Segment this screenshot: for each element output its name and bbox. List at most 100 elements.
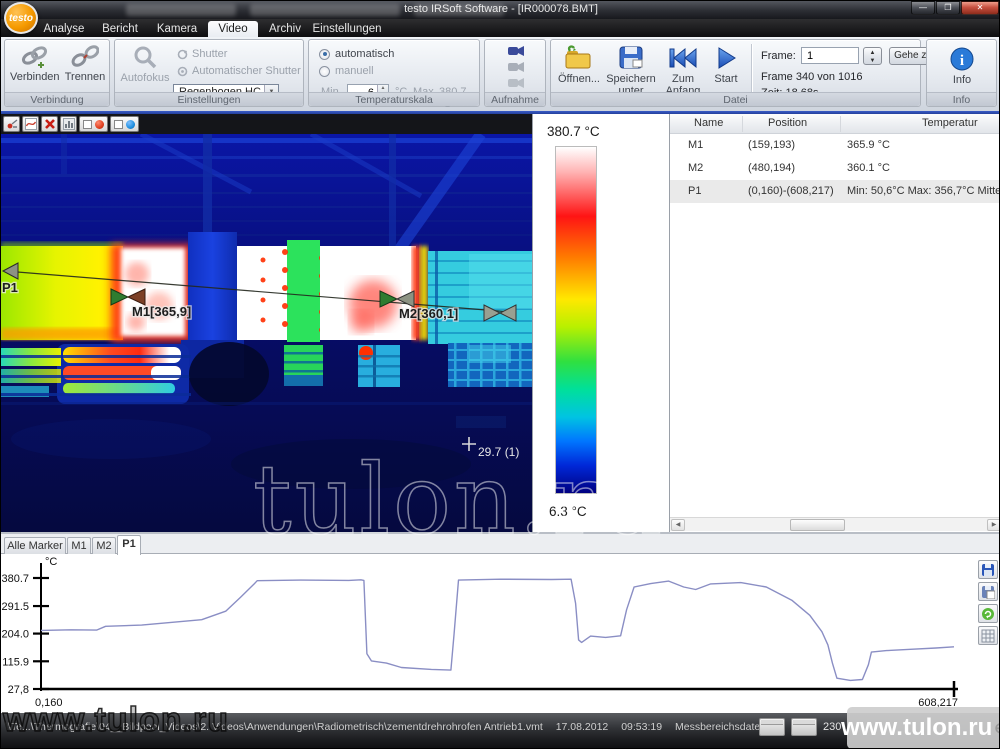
record-camera-icon[interactable] bbox=[507, 44, 525, 57]
scroll-right-icon[interactable]: ▶ bbox=[987, 519, 1000, 531]
frame-value-input[interactable] bbox=[802, 48, 858, 63]
group-label-datei: Datei bbox=[551, 92, 920, 106]
profile-tabs: Alle Marker M1 M2 P1 bbox=[1, 534, 1000, 554]
save-icon bbox=[981, 563, 995, 577]
file-date: 17.08.2012 bbox=[556, 721, 609, 733]
main-content: P1 M1[365,9] M2[360,1] 29.7 bbox=[1, 114, 1000, 532]
save-floppy-icon bbox=[618, 45, 644, 71]
chart-grid-button[interactable] bbox=[978, 626, 998, 645]
oeffnen-label: Öffnen... bbox=[558, 73, 600, 85]
svg-text:291.5: 291.5 bbox=[1, 601, 29, 613]
radio-manuell[interactable]: manuell bbox=[319, 65, 374, 77]
tab-kamera[interactable]: Kamera bbox=[151, 21, 203, 37]
color-scale-bar bbox=[555, 146, 597, 494]
group-einstellungen: Autofokus Shutter Automatischer Shutter … bbox=[114, 39, 304, 107]
add-marker-button[interactable] bbox=[3, 116, 20, 132]
frame-info: Frame 340 von 1016 bbox=[761, 71, 863, 83]
radio-automatisch-control[interactable] bbox=[319, 49, 330, 60]
m1-temperature: 365.9 °C bbox=[847, 139, 890, 151]
profile-line-button[interactable] bbox=[22, 116, 39, 132]
m1-position: (159,193) bbox=[748, 139, 795, 151]
frame-input-box[interactable] bbox=[801, 47, 859, 64]
export-camera-icon[interactable] bbox=[507, 76, 525, 89]
chart-refresh-button[interactable] bbox=[978, 604, 998, 623]
radio-automatisch[interactable]: automatisch bbox=[319, 48, 394, 60]
snapshot-camera-icon[interactable] bbox=[507, 60, 525, 73]
autofokus-button[interactable]: Autofokus bbox=[119, 46, 171, 84]
refresh-icon bbox=[981, 607, 995, 621]
save-as-icon bbox=[981, 585, 995, 599]
tab-archiv[interactable]: Archiv bbox=[262, 21, 308, 37]
tab-bericht[interactable]: Bericht bbox=[95, 21, 145, 37]
delete-marker-button[interactable] bbox=[41, 116, 58, 132]
shutter-button[interactable]: Shutter bbox=[177, 48, 227, 60]
cold-spot-toggle[interactable] bbox=[79, 116, 108, 132]
svg-text:°C: °C bbox=[45, 556, 57, 568]
frame-spin-buttons[interactable]: ▲ ▼ bbox=[863, 47, 882, 65]
verbinden-button[interactable]: Verbinden bbox=[10, 45, 58, 83]
tab-p1[interactable]: P1 bbox=[117, 535, 141, 555]
col-temperatur[interactable]: Temperatur bbox=[922, 117, 978, 129]
col-name[interactable]: Name bbox=[694, 117, 723, 129]
scrollbar-thumb[interactable] bbox=[790, 519, 845, 531]
p1-position: (0,160)-(608,217) bbox=[748, 185, 834, 197]
window-layout-icon[interactable] bbox=[759, 718, 785, 736]
m2-label: M2[360,1] bbox=[399, 306, 458, 321]
hot-spot-icon bbox=[95, 120, 104, 129]
start-button[interactable]: Start bbox=[707, 45, 745, 85]
trennen-button[interactable]: Trennen bbox=[62, 45, 108, 83]
testo-logo[interactable]: testo bbox=[4, 2, 38, 34]
open-folder-icon bbox=[564, 45, 594, 71]
maximize-button[interactable]: ❐ bbox=[936, 1, 960, 15]
group-label-aufnahme: Aufnahme bbox=[485, 92, 545, 106]
window-cascade-icon[interactable] bbox=[791, 718, 817, 736]
svg-text:115.9: 115.9 bbox=[2, 656, 29, 668]
file-time: 09:53:19 bbox=[621, 721, 662, 733]
col-position[interactable]: Position bbox=[768, 117, 807, 129]
frame-spin-down-icon[interactable]: ▼ bbox=[864, 57, 881, 65]
tab-einstellungen[interactable]: Einstellungen bbox=[312, 21, 382, 37]
trennen-label: Trennen bbox=[65, 71, 106, 83]
auto-shutter-button[interactable]: Automatischer Shutter bbox=[177, 65, 301, 77]
hot-spot-checkbox[interactable] bbox=[114, 120, 123, 129]
autofokus-label: Autofokus bbox=[121, 72, 170, 84]
tab-video[interactable]: Video bbox=[208, 21, 258, 37]
group-label-temperaturskala: Temperaturskala bbox=[309, 92, 479, 106]
speichern-unter-button[interactable]: Speichern unter bbox=[605, 45, 657, 97]
info-button[interactable]: i Info bbox=[939, 46, 985, 86]
tab-m2[interactable]: M2 bbox=[92, 537, 116, 554]
histogram-button[interactable] bbox=[60, 116, 77, 132]
chart-save-button[interactable] bbox=[978, 560, 998, 579]
group-aufnahme: Aufnahme bbox=[484, 39, 546, 107]
frame-spin-up-icon[interactable]: ▲ bbox=[864, 49, 881, 57]
table-row-m2[interactable]: M2 (480,194) 360.1 °C bbox=[670, 157, 1000, 180]
thermal-image[interactable]: P1 M1[365,9] M2[360,1] 29.7 bbox=[1, 134, 532, 532]
table-row-p1[interactable]: P1 (0,160)-(608,217) Min: 50,6°C Max: 35… bbox=[670, 180, 1000, 203]
cold-spot-checkbox[interactable] bbox=[83, 120, 92, 129]
profile-chart[interactable]: 380.7291.5204.0115.927,8°C0,160608,217 bbox=[1, 553, 1000, 715]
grid-icon bbox=[981, 629, 995, 643]
radio-automatisch-label: automatisch bbox=[335, 48, 394, 60]
tab-analyse[interactable]: Analyse bbox=[39, 21, 89, 37]
chart-save-as-button[interactable] bbox=[978, 582, 998, 601]
measurements-panel: Name Position Temperatur M1 (159,193) 36… bbox=[669, 114, 1000, 532]
radio-manuell-control[interactable] bbox=[319, 66, 330, 77]
cursor-value-label: 29.7 (1) bbox=[478, 445, 519, 459]
close-button[interactable]: ✕ bbox=[961, 1, 999, 15]
group-verbindung: Verbinden Trennen Verbindung bbox=[4, 39, 110, 107]
svg-text:380.7: 380.7 bbox=[1, 573, 29, 585]
oeffnen-button[interactable]: Öffnen... bbox=[554, 45, 604, 85]
table-row-m1[interactable]: M1 (159,193) 365.9 °C bbox=[670, 134, 1000, 157]
group-datei: Öffnen... Speichern unter bbox=[550, 39, 921, 107]
group-info: i Info Info bbox=[926, 39, 997, 107]
tab-m1[interactable]: M1 bbox=[67, 537, 91, 554]
ribbon: Verbinden Trennen Verbindung Autofokus bbox=[1, 37, 1000, 111]
minimize-button[interactable]: — bbox=[911, 1, 935, 15]
zum-anfang-button[interactable]: Zum Anfang bbox=[659, 45, 707, 97]
tab-alle-marker[interactable]: Alle Marker bbox=[4, 537, 66, 554]
table-hscrollbar[interactable]: ◀ ▶ bbox=[670, 517, 1000, 531]
temperature-scale-panel: 380.7 °C 6.3 °C bbox=[532, 114, 669, 532]
p1-name: P1 bbox=[688, 185, 701, 197]
scroll-left-icon[interactable]: ◀ bbox=[671, 519, 685, 531]
hot-spot-toggle[interactable] bbox=[110, 116, 139, 132]
